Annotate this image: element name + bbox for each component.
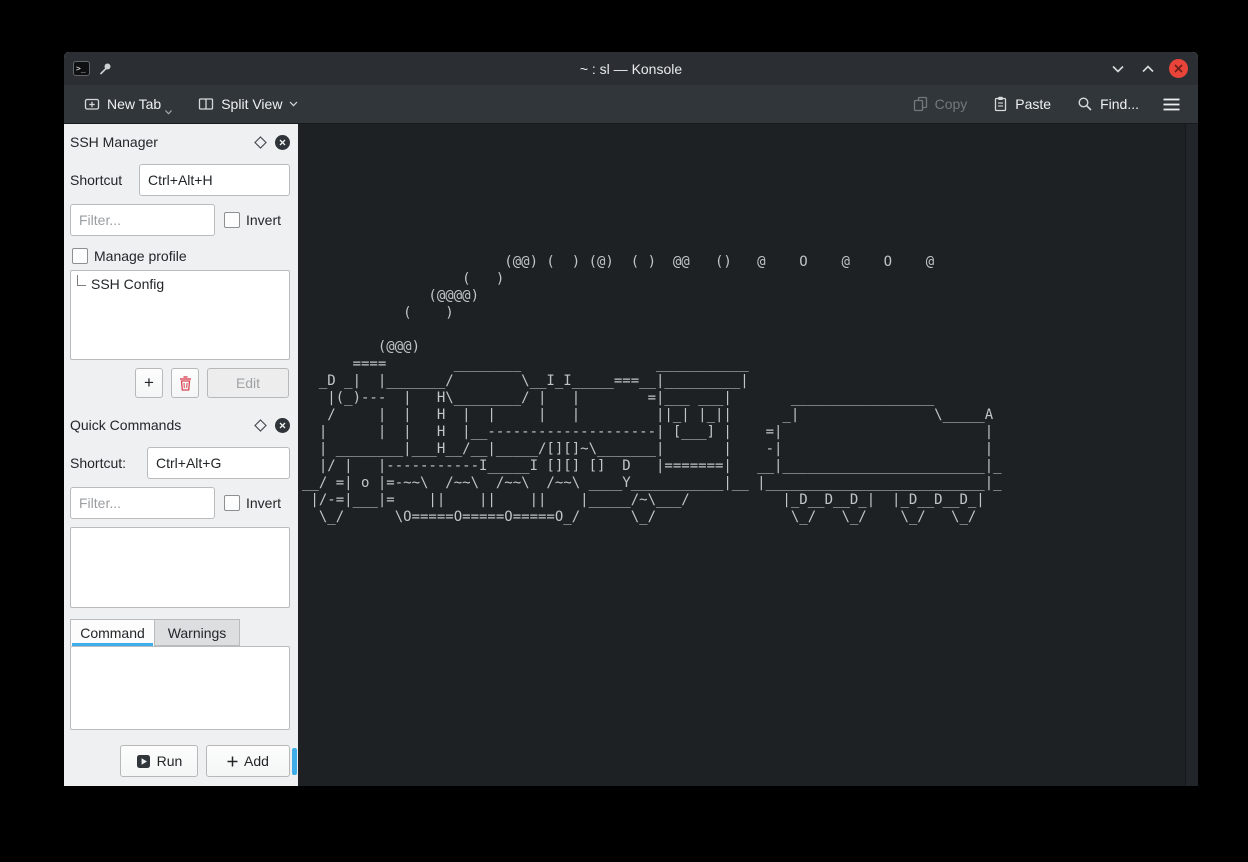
qc-add-label: Add [244,753,269,769]
ssh-manager-close-button[interactable] [275,135,290,150]
find-button[interactable]: Find... [1071,89,1145,119]
close-x-icon [279,139,286,146]
quick-commands-header-icons [254,418,290,433]
tree-branch-icon [77,275,86,286]
window-title: ~ : sl — Konsole [64,61,1198,77]
qc-invert-label: Invert [246,495,281,511]
copy-label: Copy [935,96,968,112]
qc-tab-bar: Command Warnings [64,619,298,646]
tab-command[interactable]: Command [70,619,155,646]
quick-commands-header: Quick Commands [70,414,290,436]
ssh-manager-header-icons [254,135,290,150]
new-tab-button[interactable]: New Tab [78,89,178,119]
search-icon [1077,96,1093,112]
ssh-delete-button[interactable] [171,368,199,398]
manage-profile-row: Manage profile [72,246,290,266]
qc-filter-input[interactable] [70,487,215,519]
qc-add-button[interactable]: Add [206,745,290,777]
ssh-edit-button[interactable]: Edit [207,368,289,398]
minimize-button[interactable] [1109,60,1127,78]
qc-filter-row: Invert [70,486,290,519]
close-x-icon [1174,64,1183,73]
close-button[interactable] [1169,59,1188,78]
window-content: SSH Manager Shortc [64,124,1198,786]
chevron-up-icon [1142,65,1154,73]
chevron-down-icon [289,101,298,107]
qc-shortcut-row: Shortcut: [70,446,290,479]
quick-commands-close-button[interactable] [275,418,290,433]
tab-command-label: Command [80,625,145,641]
float-panel-icon[interactable] [254,419,267,432]
terminal-view[interactable]: (@@) ( ) (@) ( ) @@ () @ O @ O @ ( ) (@@… [298,124,1198,786]
new-tab-icon [84,96,100,112]
konsole-window: >_ ~ : sl — Konsole [64,52,1198,786]
titlebar[interactable]: >_ ~ : sl — Konsole [64,52,1198,85]
trash-icon [179,376,192,391]
ssh-shortcut-label: Shortcut [70,172,139,188]
find-label: Find... [1100,96,1139,112]
tree-item-ssh-config[interactable]: SSH Config [71,271,289,292]
tree-item-label: SSH Config [91,276,164,292]
qc-command-list[interactable] [70,527,290,608]
paste-icon [993,96,1008,112]
close-x-icon [279,422,286,429]
split-view-icon [198,96,214,112]
quick-commands-title: Quick Commands [70,417,181,433]
manage-profile-checkbox[interactable] [72,248,88,264]
qc-run-button[interactable]: Run [120,745,198,777]
qc-command-textarea[interactable] [70,646,290,730]
tab-warnings[interactable]: Warnings [155,619,240,646]
ssh-add-button[interactable]: + [135,368,163,398]
sidebar-scrollbar[interactable] [292,748,297,775]
qc-invert-checkbox[interactable] [224,495,240,511]
ssh-invert-label: Invert [246,212,281,228]
qc-run-label: Run [157,753,183,769]
copy-icon [913,96,928,112]
sidebar: SSH Manager Shortc [64,124,298,786]
plus-icon: + [144,373,154,393]
copy-button[interactable]: Copy [907,89,974,119]
toolbar: New Tab Split View Copy [64,85,1198,124]
ssh-manager-title: SSH Manager [70,134,158,150]
window-controls [1109,52,1188,85]
ssh-manager-header: SSH Manager [70,131,290,153]
terminal-output[interactable]: (@@) ( ) (@) ( ) @@ () @ O @ O @ ( ) (@@… [298,124,1185,786]
new-tab-menu-caret-icon [165,110,172,115]
ssh-config-tree[interactable]: SSH Config [70,270,290,360]
split-view-label: Split View [221,96,282,112]
ssh-filter-row: Invert [70,203,290,236]
ssh-shortcut-row: Shortcut [70,163,290,196]
split-view-button[interactable]: Split View [192,89,304,119]
qc-actions-row: Run Add [64,745,298,777]
ssh-filter-input[interactable] [70,204,215,236]
qc-shortcut-input[interactable] [147,447,290,479]
manage-profile-label: Manage profile [94,248,187,264]
ssh-shortcut-input[interactable] [139,164,290,196]
new-tab-label: New Tab [107,96,161,112]
float-panel-icon[interactable] [254,136,267,149]
chevron-down-icon [1112,65,1124,73]
maximize-button[interactable] [1139,60,1157,78]
qc-shortcut-label: Shortcut: [70,455,147,471]
paste-label: Paste [1015,96,1051,112]
plus-icon [227,756,238,767]
tab-warnings-label: Warnings [168,625,227,641]
terminal-scrollbar[interactable] [1185,124,1198,786]
run-icon [136,754,151,769]
menu-button[interactable] [1159,89,1184,119]
hamburger-menu-icon [1163,98,1180,111]
ssh-invert-checkbox[interactable] [224,212,240,228]
paste-button[interactable]: Paste [987,89,1057,119]
desktop: >_ ~ : sl — Konsole [0,0,1248,862]
ssh-actions-row: + Edit [64,368,298,398]
ssh-edit-label: Edit [236,375,260,391]
